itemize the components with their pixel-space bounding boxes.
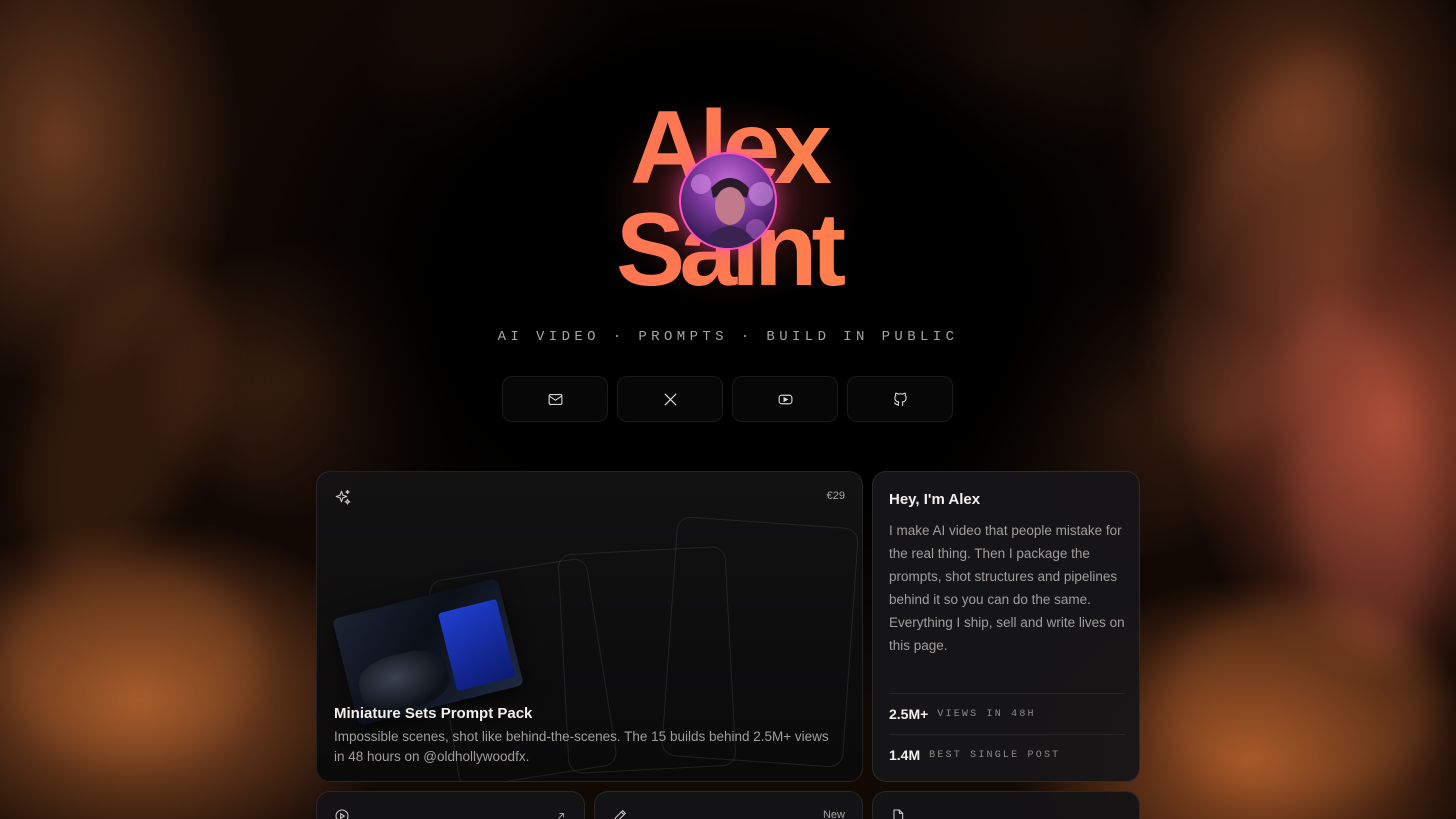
about-card: Hey, I'm Alex I make AI video that peopl… — [872, 471, 1140, 782]
stat-views: 2.5M+ VIEWS IN 48H — [889, 693, 1125, 734]
play-circle-icon — [335, 809, 349, 819]
product-description: Impossible scenes, shot like behind-the-… — [334, 729, 829, 764]
pencil-icon — [614, 810, 626, 819]
price-label: €29 — [826, 490, 845, 502]
avatar-portrait — [691, 174, 773, 248]
arrow-up-right-icon — [558, 813, 564, 819]
about-title: Hey, I'm Alex — [889, 491, 981, 508]
writing-card[interactable]: New — [594, 791, 863, 819]
email-button[interactable] — [502, 376, 608, 422]
new-badge: New — [822, 809, 845, 819]
hero-name: Alex Saint — [0, 90, 1456, 302]
stat-value: 2.5M+ — [889, 706, 929, 722]
social-links — [502, 376, 953, 422]
stat-label: BEST SINGLE POST — [929, 749, 1061, 761]
youtube-icon — [778, 394, 792, 404]
video-card[interactable] — [316, 791, 585, 819]
github-icon — [893, 392, 907, 406]
x-button[interactable] — [617, 376, 723, 422]
stat-label: VIEWS IN 48H — [937, 708, 1036, 720]
product-card[interactable]: €29 Miniature Sets Prompt Pack Impossibl… — [316, 471, 863, 782]
stat-value: 1.4M — [889, 747, 921, 763]
avatar[interactable] — [679, 152, 777, 250]
github-button[interactable] — [847, 376, 953, 422]
about-body: I make AI video that people mistake for … — [889, 523, 1125, 653]
youtube-button[interactable] — [732, 376, 838, 422]
stat-best-post: 1.4M BEST SINGLE POST — [889, 734, 1125, 775]
sparkles-icon — [335, 489, 351, 505]
x-logo-icon — [663, 392, 677, 406]
document-card[interactable] — [872, 791, 1140, 819]
product-title: Miniature Sets Prompt Pack — [334, 705, 533, 722]
tagline: AI VIDEO · PROMPTS · BUILD IN PUBLIC — [497, 329, 959, 345]
mail-icon — [548, 393, 562, 405]
document-icon — [893, 809, 904, 819]
